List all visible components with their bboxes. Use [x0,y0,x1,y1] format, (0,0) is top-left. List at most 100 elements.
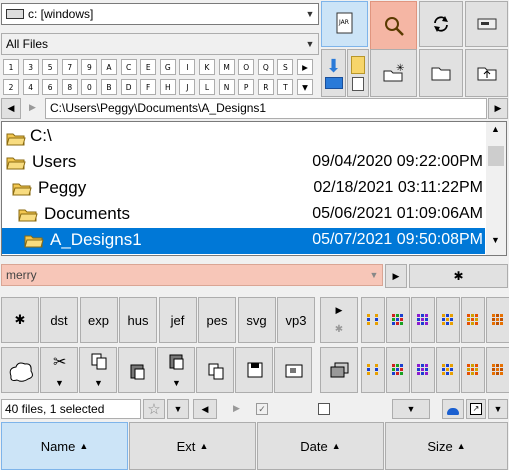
thumbnail-style-button[interactable] [361,347,385,393]
export-button[interactable] [274,347,312,393]
forward-arrow-icon[interactable]: ▶ [29,102,36,113]
search-expand-button[interactable]: ▶ [385,264,407,288]
next-arrow-icon[interactable]: ▶ [233,403,240,414]
view-menu-button[interactable]: ▼ [392,399,430,419]
tree-scrollbar[interactable]: ▲ ▼ [486,122,506,255]
thumbnail-style-button[interactable] [436,297,460,343]
column-header-size[interactable]: Size ▲ [385,422,508,470]
letter-key[interactable]: M [218,59,235,75]
letter-key[interactable]: S [277,59,294,75]
letter-key[interactable]: P [238,79,255,95]
column-header-name[interactable]: Name ▲ [1,422,128,470]
save-button[interactable] [235,347,273,393]
favorite-button[interactable]: ☆ [143,399,165,419]
letter-key[interactable]: J [179,79,196,95]
tag-all-button[interactable]: ✱ [1,297,39,343]
thumbnail-style-button[interactable] [461,297,485,343]
drive-info-button[interactable] [465,1,508,47]
thumbnail-style-button[interactable] [436,347,460,393]
prev-button[interactable]: ◀ [193,399,217,419]
favorite-menu-button[interactable]: ▼ [167,399,189,419]
letters-menu-button[interactable]: ▼ [297,79,313,95]
tag-hus-button[interactable]: hus [119,297,157,343]
letter-key[interactable]: A [101,59,117,75]
drive-combobox[interactable]: c: [windows] ▼ [1,3,319,25]
up-folder-button[interactable] [465,49,508,97]
letter-key[interactable]: 2 [3,79,19,95]
letter-key[interactable]: F [140,79,157,95]
letter-key[interactable]: T [277,79,294,95]
copy-button[interactable]: ▼ [79,347,117,393]
filter-combobox[interactable]: All Files ▼ [1,33,319,55]
tag-exp-button[interactable]: exp [79,297,118,343]
letter-key[interactable]: 1 [3,59,19,75]
scroll-down-icon[interactable]: ▼ [491,235,500,245]
tree-row[interactable]: A_Designs1 05/07/2021 09:50:08PM [2,228,485,254]
cloud-button[interactable] [442,399,464,419]
path-forward-button[interactable]: ▶ [488,98,508,119]
tree-row[interactable]: Peggy 02/18/2021 03:11:22PM [2,176,485,202]
chevron-down-icon[interactable]: ▼ [94,378,103,388]
thumbnail-style-button[interactable] [361,297,385,343]
letter-key[interactable]: D [120,79,137,95]
letter-key[interactable]: O [238,59,255,75]
folder-tree[interactable]: C:\ Users 09/04/2020 09:22:00PM Peggy 02/18/… [1,121,507,256]
chevron-down-icon[interactable]: ▼ [366,270,382,280]
jar-button[interactable]: JAR [321,1,368,47]
chevron-down-icon[interactable]: ▼ [172,378,181,388]
letter-key[interactable]: I [179,59,196,75]
column-header-date[interactable]: Date ▲ [257,422,384,470]
search-button[interactable] [370,1,417,51]
letter-key[interactable]: R [257,79,274,95]
open-folder-button[interactable] [419,49,463,97]
refresh-button[interactable] [419,1,463,47]
letter-key[interactable]: 6 [42,79,59,95]
letter-key[interactable]: 7 [61,59,78,75]
letter-key[interactable]: Q [257,59,274,75]
thumbnail-style-button[interactable] [386,347,410,393]
letter-key[interactable]: 9 [81,59,98,75]
search-combobox[interactable]: merry ▼ [1,264,383,286]
notes-button[interactable] [347,49,369,97]
chevron-down-icon[interactable]: ▼ [302,39,318,49]
letter-key[interactable]: E [140,59,157,75]
tag-pes-button[interactable]: pes [198,297,236,343]
checkbox-checked[interactable]: ✓ [256,403,268,415]
letter-key[interactable]: N [218,79,235,95]
tree-row[interactable]: C:\ [2,124,485,150]
settings-menu-button[interactable]: ▼ [488,399,508,419]
letter-key[interactable]: 4 [22,79,39,95]
path-field[interactable]: C:\Users\Peggy\Documents\A_Designs1 [45,98,487,119]
thumbnail-style-button[interactable] [486,347,509,393]
tag-dst-button[interactable]: dst [40,297,78,343]
duplicate-button[interactable] [196,347,234,393]
thumbnail-style-button[interactable] [411,347,435,393]
letter-key[interactable]: 8 [61,79,78,95]
back-button[interactable]: ◀ [1,98,21,119]
thumbnail-style-button[interactable] [411,297,435,343]
chevron-down-icon[interactable]: ▼ [302,9,318,19]
letter-key[interactable]: K [199,59,215,75]
thumbnail-style-button[interactable] [461,347,485,393]
letters-next-button[interactable]: ▶ [297,59,313,75]
chevron-down-icon[interactable]: ▼ [55,378,64,388]
tag-vp3-button[interactable]: vp3 [277,297,315,343]
scroll-thumb[interactable] [488,146,504,166]
monitor-button[interactable] [320,347,358,393]
go-down-button[interactable]: ⬇ [321,49,346,97]
letter-key[interactable]: H [159,79,176,95]
scroll-up-icon[interactable]: ▲ [491,124,500,134]
paste-button[interactable] [118,347,156,393]
letter-key[interactable]: C [120,59,137,75]
tag-more-button[interactable]: ▶ ✱ [320,297,358,343]
wildcard-button[interactable]: ✱ [409,264,508,288]
shortcut-button[interactable]: ↗ [466,399,486,419]
thumbnail-style-button[interactable] [486,297,509,343]
paste-shortcut-button[interactable]: ▼ [157,347,195,393]
letter-key[interactable]: 5 [42,59,59,75]
new-folder-button[interactable]: ✳ [370,49,417,97]
thumbnail-style-button[interactable] [386,297,410,343]
shape-button[interactable] [1,347,39,393]
tag-jef-button[interactable]: jef [158,297,197,343]
tree-row[interactable]: Documents 05/06/2021 01:09:06AM [2,202,485,228]
